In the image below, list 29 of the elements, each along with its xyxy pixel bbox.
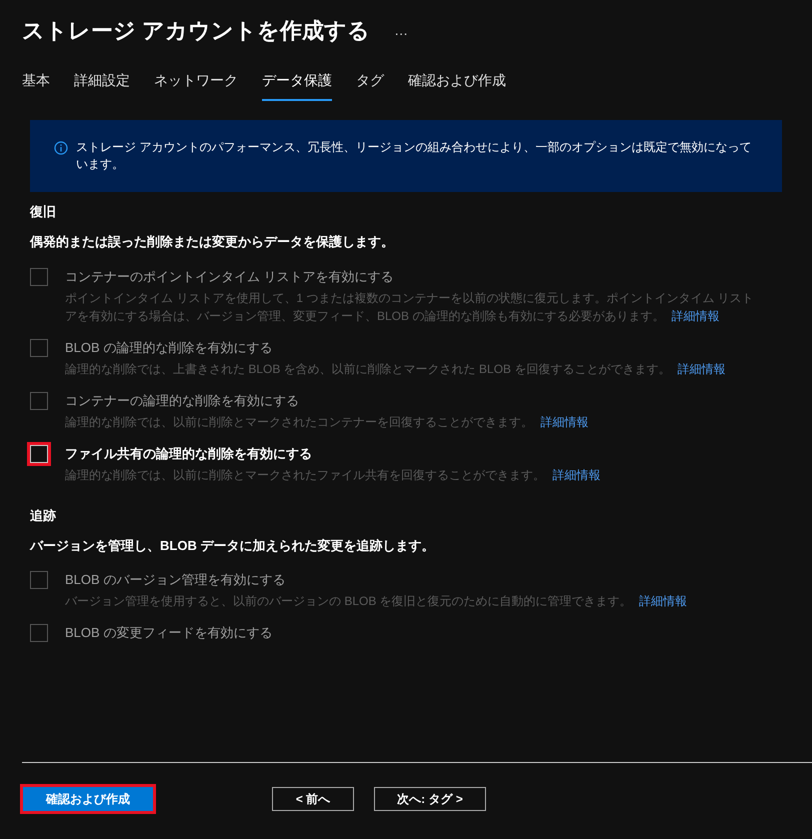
learn-more-link[interactable]: 詳細情報 bbox=[552, 468, 600, 482]
section-heading: 復旧 bbox=[30, 203, 57, 221]
section-description: 偶発的または誤った削除または変更からデータを保護します。 bbox=[30, 233, 395, 251]
help-text: 論理的な削除では、以前に削除とマークされたコンテナーを回復することができます。 詳細情報 bbox=[65, 414, 590, 430]
section-description: バージョンを管理し、BLOB データに加えられた変更を追跡します。 bbox=[30, 536, 436, 555]
checkbox-label: BLOB のバージョン管理を有効にする bbox=[65, 571, 286, 589]
help-text: 論理的な削除では、以前に削除とマークされたファイル共有を回復することができます。 詳細情報 bbox=[65, 466, 602, 484]
checkbox-label: コンテナーの論理的な削除を有効にする bbox=[65, 392, 300, 410]
tab[interactable]: 詳細設定 bbox=[74, 70, 130, 101]
help-text: ポイントインタイム リストアを使用して、1 つまたは複数のコンテナーを以前の状態に復元します。ポイントインタイム リストアを有効にする場合は、バージョン管理、変更フィード、BLOB の論理的な削除も有効にする必要があります。 詳細情報 bbox=[65, 290, 755, 324]
help-text: バージョン管理を使用すると、以前のバージョンの BLOB を復旧と復元のために自動的に管理できます。 詳細情報 bbox=[65, 593, 688, 610]
tab[interactable]: 確認および作成 bbox=[408, 70, 506, 101]
info-message: ストレージ アカウントのパフォーマンス、冗長性、リージョンの組み合わせにより、一部のオプションは既定で無効になっています。 bbox=[76, 139, 752, 173]
checkbox-label: BLOB の論理的な削除を有効にする bbox=[65, 338, 274, 356]
next-button[interactable]: 次へ: タグ > bbox=[374, 787, 486, 811]
tab[interactable]: 基本 bbox=[22, 70, 50, 101]
checkbox-label: BLOB の変更フィードを有効にする bbox=[65, 624, 272, 642]
info-icon bbox=[54, 141, 68, 155]
help-text: 論理的な削除では、上書きされた BLOB を含め、以前に削除とマークされた BLOB を回復することができます。 詳細情報 bbox=[65, 360, 727, 378]
tab[interactable]: ネットワーク bbox=[154, 70, 238, 101]
previous-button[interactable]: < 前へ bbox=[272, 787, 354, 811]
review-create-button[interactable]: 確認および作成 bbox=[23, 787, 153, 811]
more-button[interactable]: … bbox=[394, 20, 408, 40]
section-heading: 追跡 bbox=[30, 506, 57, 524]
checkbox-label: コンテナーのポイントインタイム リストアを有効にする bbox=[65, 268, 395, 286]
tab[interactable]: タグ bbox=[356, 70, 384, 101]
page-title: ストレージ アカウントを作成する bbox=[22, 16, 370, 44]
checkbox-label: ファイル共有の論理的な削除を有効にする bbox=[65, 444, 313, 462]
tab[interactable]: データ保護 bbox=[262, 70, 332, 101]
